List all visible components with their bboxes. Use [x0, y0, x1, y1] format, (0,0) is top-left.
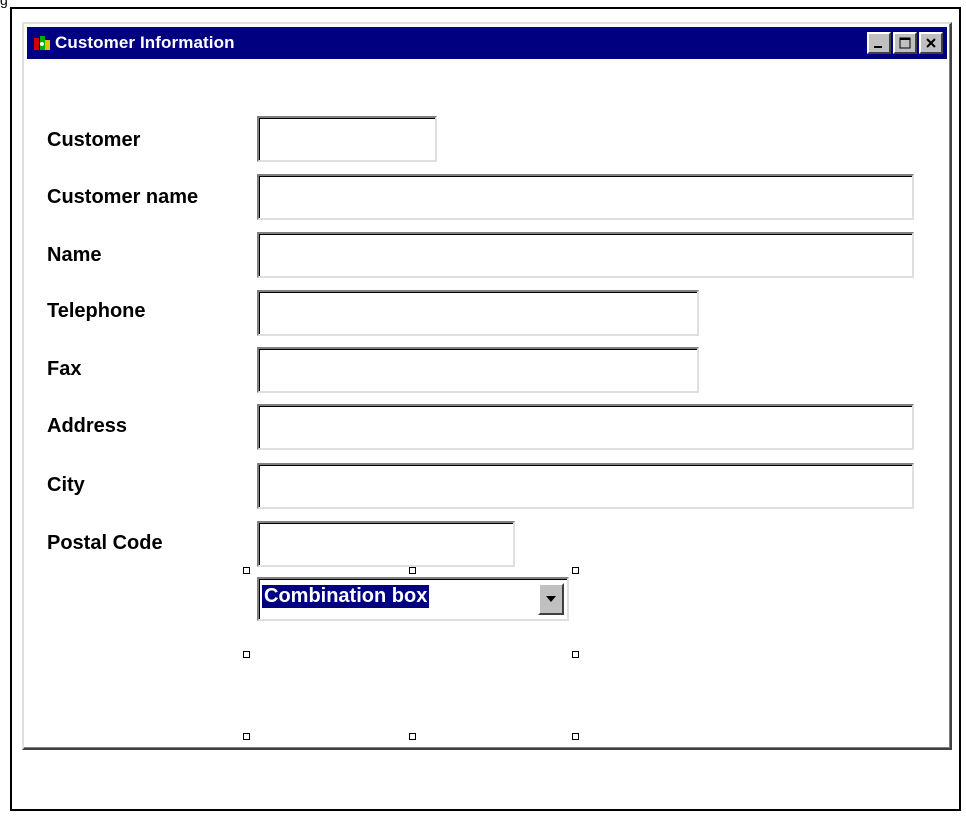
postal-code-input[interactable] — [257, 521, 515, 567]
customer-input[interactable] — [257, 116, 437, 162]
selection-handle-top-left[interactable] — [243, 567, 250, 574]
selection-handle-bottom-middle[interactable] — [409, 733, 416, 740]
name-input[interactable] — [257, 232, 914, 278]
label-customer: Customer — [47, 129, 141, 151]
window-title: Customer Information — [55, 33, 235, 52]
label-name: Name — [47, 244, 102, 266]
selection-handle-bottom-left[interactable] — [243, 733, 250, 740]
combo-selected-value: Combination box — [262, 585, 430, 608]
label-fax: Fax — [47, 358, 82, 380]
combo-dropdown-button[interactable] — [538, 583, 564, 615]
address-input[interactable] — [257, 404, 914, 450]
label-customer-name: Customer name — [47, 186, 199, 208]
maximize-button[interactable] — [893, 32, 917, 54]
selection-handle-top-right[interactable] — [572, 567, 579, 574]
label-address: Address — [47, 415, 128, 437]
minimize-icon — [874, 46, 882, 48]
selection-handle-middle-right[interactable] — [572, 651, 579, 658]
telephone-input[interactable] — [257, 290, 699, 336]
label-postal-code: Postal Code — [47, 532, 163, 554]
fax-input[interactable] — [257, 347, 699, 393]
customer-information-window: Customer Information Customer Customer n… — [22, 22, 952, 750]
label-telephone: Telephone — [47, 300, 146, 322]
close-button[interactable] — [919, 32, 943, 54]
page-corner-mark: g — [0, 0, 8, 8]
selection-handle-top-middle[interactable] — [409, 567, 416, 574]
selection-handle-middle-left[interactable] — [243, 651, 250, 658]
selection-handle-bottom-right[interactable] — [572, 733, 579, 740]
label-city: City — [47, 474, 85, 496]
minimize-button[interactable] — [867, 32, 891, 54]
city-input[interactable] — [257, 463, 914, 509]
customer-name-input[interactable] — [257, 174, 914, 220]
window-titlebar[interactable]: Customer Information — [27, 27, 947, 59]
close-icon — [926, 38, 936, 48]
app-icon — [34, 36, 50, 50]
combination-box[interactable]: Combination box — [257, 577, 569, 621]
maximize-icon — [899, 37, 911, 49]
chevron-down-icon — [546, 596, 556, 602]
